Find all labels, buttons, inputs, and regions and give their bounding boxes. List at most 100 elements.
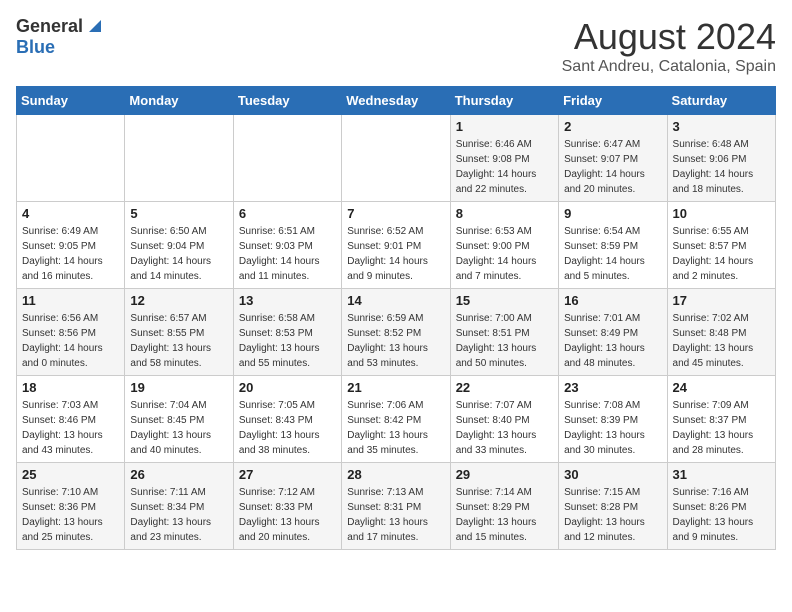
calendar-week-row: 11 Sunrise: 6:56 AM Sunset: 8:56 PM Dayli… bbox=[17, 289, 776, 376]
calendar-cell: 29 Sunrise: 7:14 AM Sunset: 8:29 PM Dayli… bbox=[450, 463, 558, 550]
calendar-cell: 24 Sunrise: 7:09 AM Sunset: 8:37 PM Dayli… bbox=[667, 376, 775, 463]
day-info: Sunrise: 7:10 AM Sunset: 8:36 PM Dayligh… bbox=[22, 485, 119, 545]
day-number: 11 bbox=[22, 293, 119, 308]
calendar-cell: 16Sunrise: 7:01 AM Sunset: 8:49 PM Dayli… bbox=[559, 289, 667, 376]
day-info: Sunrise: 7:05 AM Sunset: 8:43 PM Dayligh… bbox=[239, 398, 336, 458]
day-info: Sunrise: 7:08 AM Sunset: 8:39 PM Dayligh… bbox=[564, 398, 661, 458]
calendar-cell: 22Sunrise: 7:07 AM Sunset: 8:40 PM Dayli… bbox=[450, 376, 558, 463]
calendar-cell bbox=[125, 115, 233, 202]
day-number: 30 bbox=[564, 467, 661, 482]
day-info: Sunrise: 7:02 AM Sunset: 8:48 PM Dayligh… bbox=[673, 311, 770, 371]
day-info: Sunrise: 7:00 AM Sunset: 8:51 PM Dayligh… bbox=[456, 311, 553, 371]
day-number: 10 bbox=[673, 206, 770, 221]
day-info: Sunrise: 7:01 AM Sunset: 8:49 PM Dayligh… bbox=[564, 311, 661, 371]
calendar-cell: 2 Sunrise: 6:47 AM Sunset: 9:07 PM Daylig… bbox=[559, 115, 667, 202]
calendar-cell: 31 Sunrise: 7:16 AM Sunset: 8:26 PM Dayli… bbox=[667, 463, 775, 550]
calendar-cell: 19 Sunrise: 7:04 AM Sunset: 8:45 PM Dayli… bbox=[125, 376, 233, 463]
calendar-cell: 3 Sunrise: 6:48 AM Sunset: 9:06 PM Daylig… bbox=[667, 115, 775, 202]
calendar-cell: 23 Sunrise: 7:08 AM Sunset: 8:39 PM Dayli… bbox=[559, 376, 667, 463]
day-number: 22 bbox=[456, 380, 553, 395]
day-info: Sunrise: 6:53 AM Sunset: 9:00 PM Dayligh… bbox=[456, 224, 553, 284]
calendar-cell: 27 Sunrise: 7:12 AM Sunset: 8:33 PM Dayli… bbox=[233, 463, 341, 550]
day-number: 9 bbox=[564, 206, 661, 221]
day-info: Sunrise: 6:59 AM Sunset: 8:52 PM Dayligh… bbox=[347, 311, 444, 371]
calendar-cell: 6Sunrise: 6:51 AM Sunset: 9:03 PM Daylig… bbox=[233, 202, 341, 289]
day-info: Sunrise: 6:51 AM Sunset: 9:03 PM Dayligh… bbox=[239, 224, 336, 284]
day-number: 31 bbox=[673, 467, 770, 482]
calendar-week-row: 4 Sunrise: 6:49 AM Sunset: 9:05 PM Daylig… bbox=[17, 202, 776, 289]
day-of-week-header: Tuesday bbox=[233, 87, 341, 115]
day-info: Sunrise: 7:12 AM Sunset: 8:33 PM Dayligh… bbox=[239, 485, 336, 545]
day-of-week-header: Wednesday bbox=[342, 87, 450, 115]
day-info: Sunrise: 7:06 AM Sunset: 8:42 PM Dayligh… bbox=[347, 398, 444, 458]
calendar-week-row: 25 Sunrise: 7:10 AM Sunset: 8:36 PM Dayli… bbox=[17, 463, 776, 550]
calendar-week-row: 18Sunrise: 7:03 AM Sunset: 8:46 PM Dayli… bbox=[17, 376, 776, 463]
calendar-cell: 10 Sunrise: 6:55 AM Sunset: 8:57 PM Dayli… bbox=[667, 202, 775, 289]
day-number: 25 bbox=[22, 467, 119, 482]
location-title: Sant Andreu, Catalonia, Spain bbox=[562, 58, 776, 76]
day-number: 28 bbox=[347, 467, 444, 482]
calendar-cell: 7Sunrise: 6:52 AM Sunset: 9:01 PM Daylig… bbox=[342, 202, 450, 289]
logo-general-text: General bbox=[16, 16, 83, 37]
day-info: Sunrise: 6:50 AM Sunset: 9:04 PM Dayligh… bbox=[130, 224, 227, 284]
day-number: 14 bbox=[347, 293, 444, 308]
calendar-cell bbox=[17, 115, 125, 202]
day-info: Sunrise: 6:52 AM Sunset: 9:01 PM Dayligh… bbox=[347, 224, 444, 284]
day-number: 27 bbox=[239, 467, 336, 482]
day-number: 18 bbox=[22, 380, 119, 395]
calendar-cell: 1Sunrise: 6:46 AM Sunset: 9:08 PM Daylig… bbox=[450, 115, 558, 202]
day-info: Sunrise: 6:47 AM Sunset: 9:07 PM Dayligh… bbox=[564, 137, 661, 197]
calendar-cell: 28 Sunrise: 7:13 AM Sunset: 8:31 PM Dayli… bbox=[342, 463, 450, 550]
calendar-cell: 12 Sunrise: 6:57 AM Sunset: 8:55 PM Dayli… bbox=[125, 289, 233, 376]
logo: General Blue bbox=[16, 16, 101, 58]
day-info: Sunrise: 6:49 AM Sunset: 9:05 PM Dayligh… bbox=[22, 224, 119, 284]
calendar-cell: 30 Sunrise: 7:15 AM Sunset: 8:28 PM Dayli… bbox=[559, 463, 667, 550]
day-info: Sunrise: 7:16 AM Sunset: 8:26 PM Dayligh… bbox=[673, 485, 770, 545]
calendar-cell: 20 Sunrise: 7:05 AM Sunset: 8:43 PM Dayli… bbox=[233, 376, 341, 463]
day-info: Sunrise: 7:13 AM Sunset: 8:31 PM Dayligh… bbox=[347, 485, 444, 545]
day-info: Sunrise: 6:57 AM Sunset: 8:55 PM Dayligh… bbox=[130, 311, 227, 371]
day-number: 2 bbox=[564, 119, 661, 134]
day-number: 15 bbox=[456, 293, 553, 308]
calendar-cell: 25 Sunrise: 7:10 AM Sunset: 8:36 PM Dayli… bbox=[17, 463, 125, 550]
day-number: 21 bbox=[347, 380, 444, 395]
day-number: 8 bbox=[456, 206, 553, 221]
day-info: Sunrise: 7:04 AM Sunset: 8:45 PM Dayligh… bbox=[130, 398, 227, 458]
day-number: 19 bbox=[130, 380, 227, 395]
calendar-table: SundayMondayTuesdayWednesdayThursdayFrid… bbox=[16, 86, 776, 550]
calendar-cell: 14 Sunrise: 6:59 AM Sunset: 8:52 PM Dayli… bbox=[342, 289, 450, 376]
day-number: 13 bbox=[239, 293, 336, 308]
day-number: 29 bbox=[456, 467, 553, 482]
calendar-cell bbox=[233, 115, 341, 202]
day-info: Sunrise: 6:48 AM Sunset: 9:06 PM Dayligh… bbox=[673, 137, 770, 197]
header: General Blue August 2024 Sant Andreu, Ca… bbox=[16, 16, 776, 76]
days-header-row: SundayMondayTuesdayWednesdayThursdayFrid… bbox=[17, 87, 776, 115]
day-of-week-header: Friday bbox=[559, 87, 667, 115]
day-of-week-header: Sunday bbox=[17, 87, 125, 115]
day-number: 17 bbox=[673, 293, 770, 308]
day-info: Sunrise: 6:55 AM Sunset: 8:57 PM Dayligh… bbox=[673, 224, 770, 284]
day-number: 24 bbox=[673, 380, 770, 395]
day-number: 20 bbox=[239, 380, 336, 395]
day-number: 3 bbox=[673, 119, 770, 134]
month-title: August 2024 bbox=[562, 16, 776, 58]
calendar-cell: 21 Sunrise: 7:06 AM Sunset: 8:42 PM Dayli… bbox=[342, 376, 450, 463]
day-number: 4 bbox=[22, 206, 119, 221]
day-info: Sunrise: 6:58 AM Sunset: 8:53 PM Dayligh… bbox=[239, 311, 336, 371]
day-info: Sunrise: 7:14 AM Sunset: 8:29 PM Dayligh… bbox=[456, 485, 553, 545]
day-info: Sunrise: 6:56 AM Sunset: 8:56 PM Dayligh… bbox=[22, 311, 119, 371]
title-area: August 2024 Sant Andreu, Catalonia, Spai… bbox=[562, 16, 776, 76]
day-info: Sunrise: 7:15 AM Sunset: 8:28 PM Dayligh… bbox=[564, 485, 661, 545]
day-info: Sunrise: 7:09 AM Sunset: 8:37 PM Dayligh… bbox=[673, 398, 770, 458]
logo-triangle-icon bbox=[85, 18, 101, 34]
day-number: 12 bbox=[130, 293, 227, 308]
calendar-cell: 17 Sunrise: 7:02 AM Sunset: 8:48 PM Dayli… bbox=[667, 289, 775, 376]
logo-blue-text: Blue bbox=[16, 37, 55, 57]
day-number: 23 bbox=[564, 380, 661, 395]
calendar-cell: 9Sunrise: 6:54 AM Sunset: 8:59 PM Daylig… bbox=[559, 202, 667, 289]
calendar-cell: 5Sunrise: 6:50 AM Sunset: 9:04 PM Daylig… bbox=[125, 202, 233, 289]
calendar-cell bbox=[342, 115, 450, 202]
calendar-cell: 11 Sunrise: 6:56 AM Sunset: 8:56 PM Dayli… bbox=[17, 289, 125, 376]
day-info: Sunrise: 7:11 AM Sunset: 8:34 PM Dayligh… bbox=[130, 485, 227, 545]
calendar-cell: 15 Sunrise: 7:00 AM Sunset: 8:51 PM Dayli… bbox=[450, 289, 558, 376]
